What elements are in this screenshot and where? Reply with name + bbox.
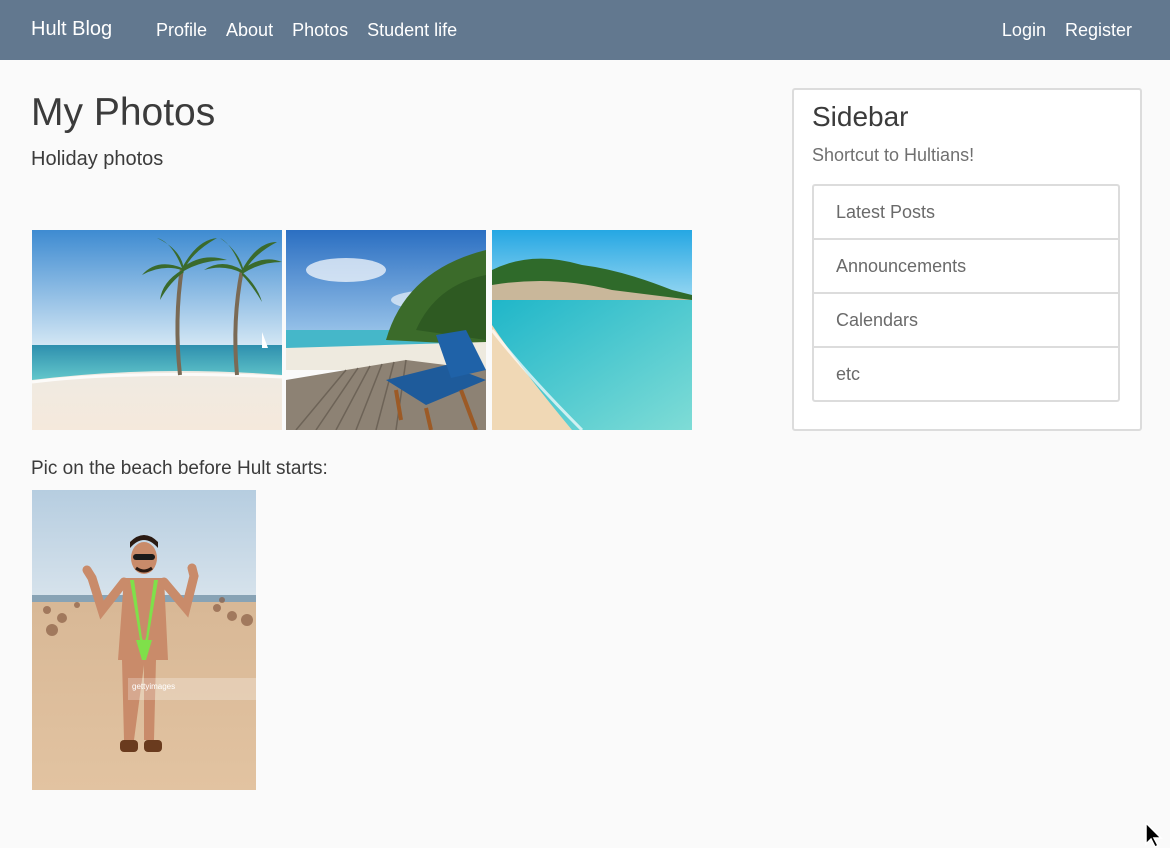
page-title: My Photos [31, 91, 216, 134]
register-link[interactable]: Register [1065, 19, 1132, 41]
getty-watermark: gettyimages [132, 682, 175, 691]
holiday-photo-palms [32, 230, 282, 430]
mouse-cursor-icon [1145, 822, 1163, 848]
section-subtitle: Holiday photos [31, 148, 164, 170]
sidebar-item-announcements[interactable]: Announcements [814, 238, 1118, 292]
sidebar: Sidebar Shortcut to Hultians! Latest Pos… [792, 88, 1142, 431]
sidebar-list: Latest Posts Announcements Calendars etc [812, 184, 1120, 402]
photo-caption: Pic on the beach before Hult starts: [31, 458, 328, 479]
auth-links: Login Register [983, 19, 1132, 41]
sidebar-subtitle: Shortcut to Hultians! [812, 145, 975, 165]
holiday-photo-deck [286, 230, 486, 430]
sidebar-item-calendars[interactable]: Calendars [814, 292, 1118, 346]
nav-links: Profile About Photos Student life [156, 19, 476, 41]
nav-link-profile[interactable]: Profile [156, 19, 207, 41]
nav-link-photos[interactable]: Photos [292, 19, 348, 41]
holiday-photo-cove [492, 230, 692, 430]
brand-link[interactable]: Hult Blog [31, 17, 112, 41]
nav-link-student-life[interactable]: Student life [367, 19, 457, 41]
sidebar-item-etc[interactable]: etc [814, 346, 1118, 400]
beach-person-photo: gettyimages [32, 490, 256, 790]
login-link[interactable]: Login [1002, 19, 1046, 41]
navbar: Hult Blog Profile About Photos Student l… [0, 0, 1170, 60]
nav-link-about[interactable]: About [226, 19, 273, 41]
sidebar-title: Sidebar [812, 101, 909, 132]
sidebar-item-latest-posts[interactable]: Latest Posts [814, 186, 1118, 238]
